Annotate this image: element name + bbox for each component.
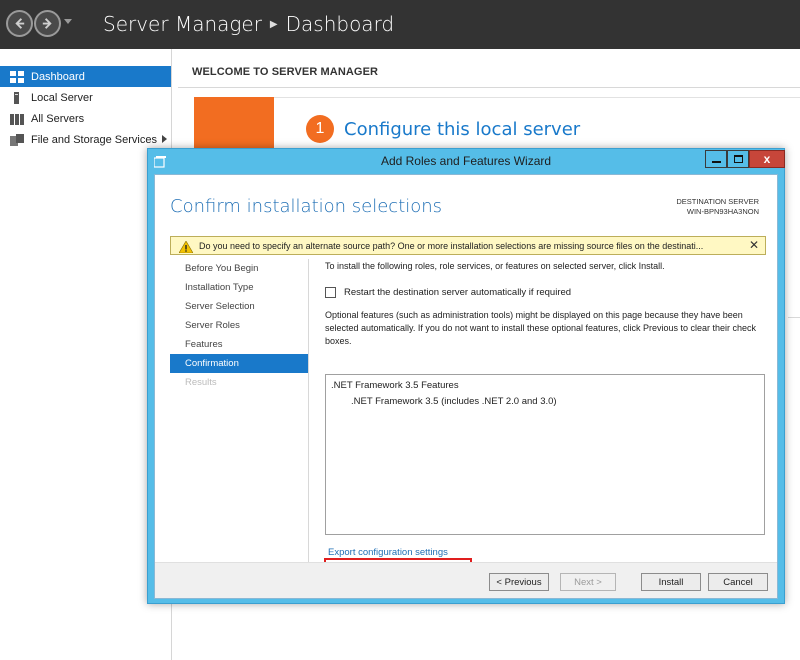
wizard-steps: Before You Begin Installation Type Serve… [170,259,308,392]
next-button: Next > [560,573,616,591]
step-number-badge: 1 [306,115,334,143]
step-server-roles[interactable]: Server Roles [170,316,308,335]
add-roles-wizard-window: Add Roles and Features Wizard x Confirm … [147,148,785,604]
server-icon [10,91,24,104]
maximize-button[interactable] [727,150,749,168]
wizard-heading: Confirm installation selections [170,196,443,217]
restart-option[interactable]: Restart the destination server automatic… [325,287,571,298]
warning-banner[interactable]: Do you need to specify an alternate sour… [170,236,766,255]
app-title: Server Manager [103,12,262,36]
chevron-right-icon[interactable] [162,135,167,143]
configure-local-server-label: Configure this local server [344,118,581,140]
cancel-button[interactable]: Cancel [708,573,768,591]
wizard-footer: < Previous Next > Install Cancel [155,562,777,598]
sidebar-item-all-servers[interactable]: All Servers [0,108,171,129]
divider [788,317,800,318]
step-before-you-begin[interactable]: Before You Begin [170,259,308,278]
optional-features-note: Optional features (such as administratio… [325,310,757,346]
sidebar-item-label: Dashboard [31,70,85,83]
sidebar-item-label: Local Server [31,91,93,104]
sidebar-item-file-storage[interactable]: File and Storage Services [0,129,171,150]
sidebar-item-label: All Servers [31,112,85,125]
sidebar-item-local-server[interactable]: Local Server [0,87,171,108]
close-button[interactable]: x [749,150,785,168]
minimize-button[interactable] [705,150,727,168]
list-item: .NET Framework 3.5 (includes .NET 2.0 an… [351,396,557,407]
wizard-title: Add Roles and Features Wizard [380,154,552,168]
breadcrumb-separator-icon: ▶ [269,18,278,30]
step-installation-type[interactable]: Installation Type [170,278,308,297]
warning-icon [178,239,194,253]
divider [308,259,309,577]
maximize-icon [733,155,743,163]
destination-server-name: WIN-BPN93HA3NON [686,207,759,216]
destination-server-info: DESTINATION SERVER WIN-BPN93HA3NON [676,197,759,217]
sidebar-item-label: File and Storage Services [31,133,157,146]
configure-local-server-link[interactable]: 1 Configure this local server [306,115,580,143]
install-button[interactable]: Install [641,573,701,591]
page-title: Server Manager ▶ Dashboard [103,12,394,36]
intro-text: To install the following roles, role ser… [325,261,665,271]
history-dropdown-icon[interactable] [64,19,72,24]
close-icon: x [763,152,771,166]
step-confirmation[interactable]: Confirmation [170,354,308,373]
step-results: Results [185,377,217,388]
selections-list[interactable]: .NET Framework 3.5 Features .NET Framewo… [325,374,765,535]
server-manager-titlebar: Server Manager ▶ Dashboard [0,0,800,49]
back-arrow-icon[interactable] [6,10,33,37]
wizard-body: Confirm installation selections DESTINAT… [154,174,778,599]
list-item: .NET Framework 3.5 Features [331,380,459,391]
divider [178,87,800,88]
storage-icon [10,133,24,146]
dashboard-icon [10,70,24,83]
step-server-selection[interactable]: Server Selection [170,297,308,316]
forward-arrow-icon[interactable] [34,10,61,37]
previous-button[interactable]: < Previous [489,573,549,591]
minimize-icon [711,161,721,163]
export-configuration-link[interactable]: Export configuration settings [328,547,448,558]
warning-text: Do you need to specify an alternate sour… [199,240,704,251]
destination-server-label: DESTINATION SERVER [676,197,759,206]
dismiss-warning-icon[interactable]: ✕ [749,238,759,252]
servers-icon [10,113,24,125]
breadcrumb-current: Dashboard [285,12,395,36]
restart-checkbox[interactable] [325,287,336,298]
restart-label: Restart the destination server automatic… [344,287,572,298]
sidebar-item-dashboard[interactable]: Dashboard [0,66,171,87]
welcome-heading: WELCOME TO SERVER MANAGER [192,66,379,78]
wizard-titlebar[interactable]: Add Roles and Features Wizard x [148,149,785,174]
step-features[interactable]: Features [170,335,308,354]
